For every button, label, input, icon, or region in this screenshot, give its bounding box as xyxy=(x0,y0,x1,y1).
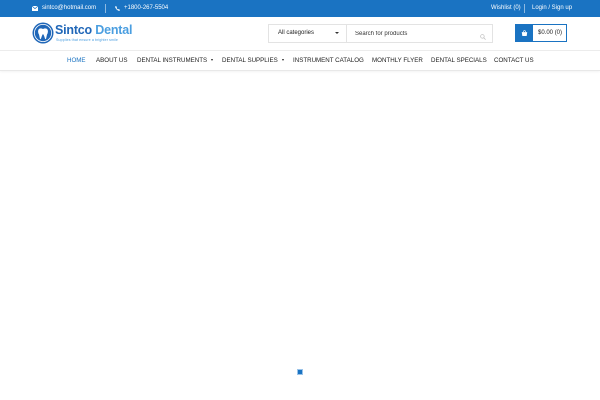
nav-monthly-flyer[interactable]: MONTHLY FLYER xyxy=(372,51,423,71)
cart-button[interactable]: $0.00 (0) xyxy=(515,24,567,42)
nav-dental-specials-label: DENTAL SPECIALS xyxy=(431,57,487,64)
chevron-down-icon xyxy=(335,32,339,34)
nav-contact-us[interactable]: CONTACT US xyxy=(494,51,534,71)
loading-icon xyxy=(297,369,303,375)
email-text: sintco@hotmail.com xyxy=(42,5,97,11)
nav-monthly-flyer-label: MONTHLY FLYER xyxy=(372,57,423,64)
nav-instrument-catalog[interactable]: INSTRUMENT CATALOG xyxy=(293,51,364,71)
shopping-bag-icon xyxy=(516,25,533,41)
category-select-value: All categories xyxy=(278,30,315,36)
nav-about-us-label: ABOUT US xyxy=(96,57,128,64)
nav-about-us[interactable]: ABOUT US xyxy=(96,51,128,71)
logo-main: Sintco xyxy=(55,23,92,37)
search-icon[interactable] xyxy=(480,34,486,40)
nav-dental-instruments[interactable]: DENTAL INSTRUMENTS xyxy=(137,51,214,71)
site-header: Sintco Dental Supplies that ensure a bri… xyxy=(0,17,600,51)
logo-accent: Dental xyxy=(95,23,133,37)
envelope-icon xyxy=(32,6,38,11)
logo-wordmark: Sintco Dental xyxy=(55,23,132,37)
logo-tagline: Supplies that ensure a brighter smile xyxy=(56,38,119,42)
wishlist-link[interactable]: Wishlist (0) xyxy=(491,0,521,17)
category-select[interactable]: All categories xyxy=(269,25,347,42)
tooth-logo-icon xyxy=(32,22,54,44)
search-input[interactable] xyxy=(349,25,474,42)
nav-home[interactable]: HOME xyxy=(67,51,86,71)
email-contact[interactable]: sintco@hotmail.com xyxy=(32,0,96,17)
divider xyxy=(524,4,525,13)
main-nav: HOME ABOUT US DENTAL INSTRUMENTS DENTAL … xyxy=(0,51,600,71)
login-label: Login / Sign up xyxy=(532,5,573,11)
top-bar: sintco@hotmail.com +1800-267-5504 Wishli… xyxy=(0,0,600,17)
login-link[interactable]: Login / Sign up xyxy=(532,0,572,17)
cart-summary: $0.00 (0) xyxy=(538,25,562,41)
phone-icon xyxy=(115,6,120,11)
caret-down-icon xyxy=(281,59,284,62)
nav-contact-us-label: CONTACT US xyxy=(494,57,534,64)
cart-total: $0.00 xyxy=(538,30,554,36)
phone-contact[interactable]: +1800-267-5504 xyxy=(115,0,168,17)
wishlist-label: Wishlist (0) xyxy=(491,5,521,11)
nav-dental-supplies-label: DENTAL SUPPLIES xyxy=(222,57,278,64)
phone-text: +1800-267-5504 xyxy=(124,5,169,11)
cart-count: (0) xyxy=(554,30,563,36)
logo[interactable]: Sintco Dental Supplies that ensure a bri… xyxy=(32,22,132,48)
nav-dental-specials[interactable]: DENTAL SPECIALS xyxy=(431,51,487,71)
nav-instrument-catalog-label: INSTRUMENT CATALOG xyxy=(293,57,364,64)
nav-dental-supplies[interactable]: DENTAL SUPPLIES xyxy=(222,51,284,71)
divider xyxy=(105,4,106,13)
nav-dental-instruments-label: DENTAL INSTRUMENTS xyxy=(137,57,208,64)
caret-down-icon xyxy=(211,59,214,62)
product-search: All categories xyxy=(268,24,493,43)
nav-home-label: HOME xyxy=(67,57,86,64)
